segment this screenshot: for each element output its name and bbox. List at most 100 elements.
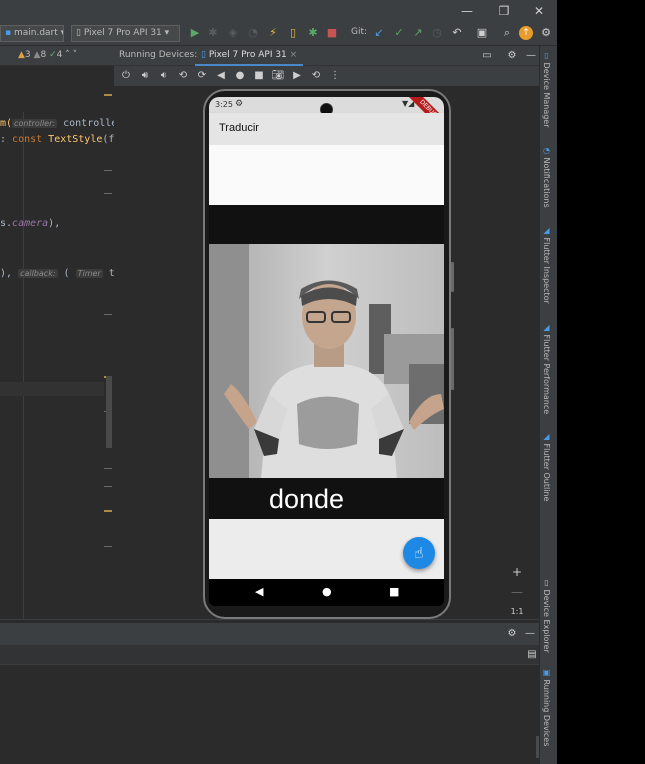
camera-switch-fab[interactable]: ☝ [403, 537, 435, 569]
tool-tab-flutter-outline[interactable]: ◢ Flutter Outline [542, 432, 551, 501]
device-icon: ▯ [76, 28, 81, 38]
typo-count: 4 [56, 50, 63, 60]
tab-pixel-7-pro[interactable]: ▯ Pixel 7 Pro API 31 × [195, 46, 304, 66]
phone-screen[interactable]: 3:25 ⚙ ▼◢ DEBUG Traducir donde ☝ ◀ ● ■ [209, 97, 444, 606]
gutter-marker[interactable] [104, 468, 112, 469]
layout-icon[interactable]: ▤ [526, 649, 538, 661]
rotate-right-icon[interactable]: ⟳ [195, 69, 209, 83]
rollback-icon[interactable]: ↶ [450, 26, 464, 40]
gutter-marker[interactable] [104, 314, 112, 315]
editor-header: ▲3 ▲8 ✓4 ˄ ˅ [0, 46, 114, 66]
git-push-icon[interactable]: ↗ [411, 26, 425, 40]
restore-button[interactable]: ❐ [495, 3, 513, 19]
editor-scrollbar[interactable] [106, 376, 112, 448]
code-line: : const TextStyle(f [0, 134, 114, 145]
chevron-down-icon: ▾ [61, 28, 63, 38]
window-options-icon[interactable]: ▭ [480, 49, 494, 63]
code-token: s. [0, 218, 13, 229]
rotate-left-icon[interactable]: ⟲ [176, 69, 190, 83]
zoom-out-button[interactable]: — [506, 582, 528, 602]
phone-icon: ▯ [201, 50, 206, 60]
tool-tab-device-explorer[interactable]: ▯ Device Explorer [542, 578, 551, 653]
hot-restart-icon[interactable]: ▯ [286, 26, 300, 40]
nav-home-button[interactable]: ● [322, 585, 332, 598]
more-options-icon[interactable]: ⋮ [328, 69, 342, 83]
nav-back-button[interactable]: ◀ [255, 585, 263, 598]
git-update-icon[interactable]: ↙ [372, 26, 386, 40]
gear-icon[interactable]: ⚙ [506, 628, 518, 640]
run-icon[interactable]: ▶ [188, 26, 202, 40]
gear-icon[interactable]: ⚙ [505, 49, 519, 63]
code-token: controlle [63, 118, 114, 129]
run-config-label: main.dart [13, 28, 58, 38]
zoom-in-button[interactable]: + [506, 562, 528, 582]
gutter-marker[interactable] [104, 170, 112, 171]
gutter-marker[interactable] [104, 510, 112, 512]
volume-up-icon[interactable]: 🔊︎ [138, 69, 152, 83]
tool-tab-running-devices[interactable]: ▣ Running Devices [542, 668, 551, 746]
tool-tab-notifications[interactable]: ◔ Notifications [542, 146, 551, 208]
tool-tab-flutter-performance[interactable]: ◢ Flutter Performance [542, 323, 551, 414]
dart-file-icon: ▪ [5, 28, 12, 38]
gutter-marker[interactable] [104, 546, 112, 547]
tool-tab-flutter-inspector[interactable]: ◢ Flutter Inspector [542, 226, 551, 304]
run-config-combo[interactable]: ▪ main.dart ▾ [0, 25, 64, 42]
tool-tab-device-manager[interactable]: ▯ Device Manager [542, 51, 551, 128]
device-explorer-icon: ▯ [542, 578, 551, 590]
chevron-down-icon[interactable]: ˅ [73, 50, 78, 60]
inspection-widget[interactable]: ▲3 ▲8 ✓4 ˄ ˅ [18, 50, 77, 60]
tab-label: Pixel 7 Pro API 31 [208, 50, 287, 60]
snapshot-icon[interactable]: ⟲ [309, 69, 323, 83]
update-icon[interactable]: ↑ [519, 26, 533, 40]
device-combo[interactable]: ▯ Pixel 7 Pro API 31 ▾ [71, 25, 180, 42]
coverage-icon[interactable]: ◈ [226, 26, 240, 40]
hide-panel-icon[interactable]: — [524, 49, 538, 63]
flutter-icon: ◢ [542, 432, 551, 444]
hot-reload-icon[interactable]: ⚡ [266, 26, 280, 40]
git-label: Git: [351, 27, 368, 37]
bottom-panel-toolbar: ▤ [0, 645, 539, 665]
device-mirror-icon[interactable]: ▣ [475, 26, 489, 40]
close-icon[interactable]: × [290, 50, 298, 60]
title-bar: — ❐ ✕ [0, 0, 557, 22]
screenshot-icon[interactable]: 📷︎ [271, 69, 285, 83]
minimize-button[interactable]: — [458, 3, 476, 19]
back-icon[interactable]: ◀ [214, 69, 228, 83]
tool-tab-label: Flutter Performance [542, 334, 551, 415]
field-token: camera [12, 218, 49, 229]
settings-icon[interactable]: ⚙ [539, 26, 553, 40]
running-devices-title: Running Devices: [119, 50, 198, 60]
ide-window: — ❐ ✕ ▪ main.dart ▾ ▯ Pixel 7 Pro API 31… [0, 0, 557, 764]
gutter-marker[interactable] [104, 486, 112, 487]
camera-letterbox [209, 205, 444, 244]
code-editor[interactable]: ▲3 ▲8 ✓4 ˄ ˅ m(controller: controlle : c… [0, 46, 114, 619]
gutter-marker[interactable] [104, 94, 112, 96]
keyword-token: const [12, 134, 49, 145]
chevron-up-icon[interactable]: ˄ [65, 50, 70, 60]
search-icon[interactable]: ⌕ [500, 26, 514, 40]
code-token: m( [0, 118, 13, 129]
nav-recent-button[interactable]: ■ [389, 585, 399, 598]
tool-tab-label: Running Devices [542, 679, 551, 747]
volume-down-icon[interactable]: 🔉︎ [157, 69, 171, 83]
stop-icon[interactable]: ■ [325, 26, 339, 40]
screen-record-icon[interactable]: ▶ [290, 69, 304, 83]
overview-icon[interactable]: ■ [252, 69, 266, 83]
warning-count: 3 [24, 50, 31, 60]
hide-panel-icon[interactable]: — [524, 628, 536, 640]
main-toolbar: ▪ main.dart ▾ ▯ Pixel 7 Pro API 31 ▾ ▶ ✱… [0, 22, 557, 46]
phone-volume-button [451, 328, 454, 390]
git-commit-icon[interactable]: ✓ [392, 26, 406, 40]
bottom-panel-scrollbar[interactable] [536, 736, 539, 758]
debug-icon[interactable]: ✱ [206, 26, 220, 40]
gutter-marker[interactable] [104, 193, 112, 194]
profile-icon[interactable]: ◔ [246, 26, 260, 40]
close-window-button[interactable]: ✕ [530, 3, 548, 19]
attach-debugger-icon[interactable]: ✱ [306, 26, 320, 40]
history-icon[interactable]: ◷ [430, 26, 444, 40]
home-icon[interactable]: ● [233, 69, 247, 83]
camera-preview [209, 244, 444, 478]
translation-bar: donde [209, 478, 444, 519]
flutter-icon: ◢ [542, 226, 551, 238]
power-icon[interactable]: ⏻ [119, 69, 133, 83]
